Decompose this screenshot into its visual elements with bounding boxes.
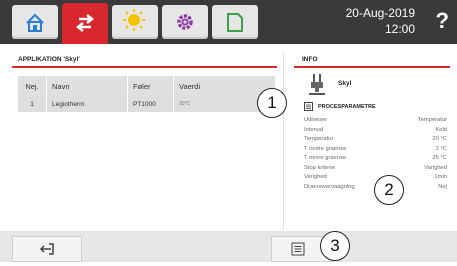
table-row[interactable]: 1 Legiotherm PT1000 20°C: [18, 96, 276, 112]
callout-3: 3: [320, 231, 350, 261]
parameter-value: 25 °C: [432, 155, 447, 161]
process-parameters-title: PROCESPARAMETRE: [318, 104, 376, 110]
list-icon: [304, 102, 313, 111]
parameter-list: Udloeser Temperatur Interval Kold Temperat…: [304, 116, 447, 192]
parameter-value: Varighed: [424, 164, 447, 171]
tab-settings[interactable]: [162, 5, 208, 39]
row-name: Legiotherm: [46, 96, 128, 112]
tab-documents[interactable]: [212, 5, 258, 39]
application-table: Nej. Navn Føler Vaerdi 1 Legiotherm PT10…: [18, 76, 276, 112]
callout-2: 2: [374, 175, 404, 205]
application-info-row: Skyl: [304, 72, 444, 96]
parameter-value: Nej: [438, 183, 447, 190]
document-icon: [227, 13, 243, 32]
parameter-row: T oevre graense 25 °C: [304, 154, 447, 164]
parameter-value: 2 °C: [435, 145, 447, 152]
parameter-row: Temperatur 20 °C: [304, 135, 447, 145]
tab-solar[interactable]: [112, 5, 158, 39]
parameter-name: Interval: [304, 126, 324, 133]
tab-applications[interactable]: [62, 3, 108, 44]
column-header-name: Navn: [46, 76, 128, 96]
flush-valve-icon: [309, 74, 325, 95]
parameter-name: Udloeser: [304, 117, 328, 123]
tab-home[interactable]: [12, 5, 58, 39]
info-panel: INFO Skyl PROCESPARAMETRE Udloeser Temper…: [294, 52, 450, 230]
parameter-value: 20 °C: [432, 136, 447, 142]
row-nr: 1: [18, 96, 47, 112]
row-sensor: PT1000: [127, 96, 174, 112]
parameter-name: Varighed: [304, 174, 327, 180]
top-bar: 20-Aug-2019 12:00 ?: [0, 0, 457, 44]
parameter-name: Stop kriterie: [304, 164, 335, 171]
column-header-sensor: Føler: [127, 76, 174, 96]
info-title: INFO: [294, 52, 450, 68]
parameter-value: Temperatur: [417, 117, 447, 123]
parameter-row: T nedre graense 2 °C: [304, 145, 447, 155]
column-header-nr: Nej.: [18, 76, 47, 96]
date-text: 20-Aug-2019: [345, 6, 415, 20]
parameter-row: Udloeser Temperatur: [304, 116, 447, 126]
table-header-row: Nej. Navn Føler Vaerdi: [18, 76, 276, 96]
panel-divider: [283, 52, 284, 230]
exit-arrow-icon: [39, 243, 54, 255]
sun-icon: [123, 9, 145, 31]
application-panel: APPLIKATION 'Skyl' Nej. Navn Føler Vaerd…: [12, 52, 277, 229]
back-button[interactable]: [12, 236, 82, 262]
parameter-name: Draenovervaagning: [304, 183, 355, 190]
callout-1: 1: [257, 88, 287, 118]
home-icon: [26, 13, 44, 32]
parameter-name: T nedre graense: [304, 145, 347, 152]
gear-icon: [177, 14, 193, 30]
parameter-name: T oevre graense: [304, 155, 347, 161]
date-time-display: 20-Aug-2019 12:00: [346, 5, 415, 37]
parameter-value: Kold: [435, 126, 447, 133]
parameter-value: 1min: [434, 174, 447, 180]
parameter-row: Stop kriterie Varighed: [304, 164, 447, 174]
help-button[interactable]: ?: [436, 8, 449, 34]
sync-arrows-icon: [75, 14, 95, 32]
application-title: APPLIKATION 'Skyl': [12, 52, 277, 68]
process-parameters-heading: PROCESPARAMETRE: [304, 102, 444, 112]
parameter-row: Interval Kold: [304, 126, 447, 136]
time-text: 12:00: [384, 22, 415, 36]
parameter-name: Temperatur: [304, 136, 334, 142]
application-name: Skyl: [338, 80, 352, 87]
